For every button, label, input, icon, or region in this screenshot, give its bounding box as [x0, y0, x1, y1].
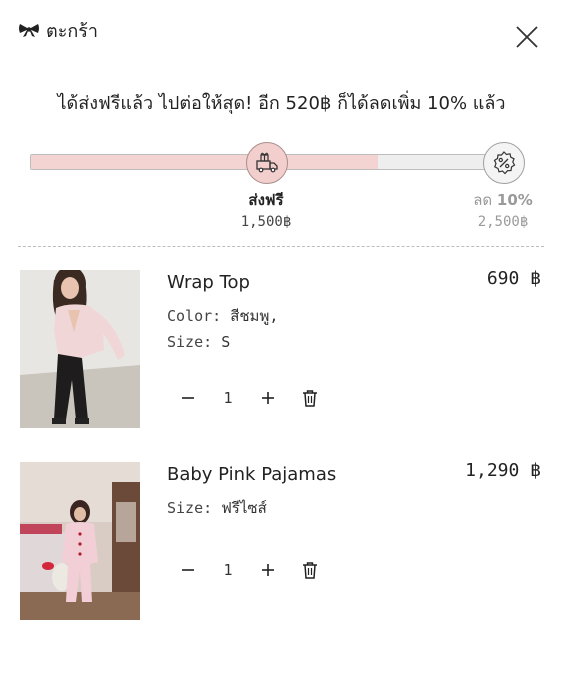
product-attribute-color: Color: สีชมพู, [167, 304, 278, 328]
trash-icon[interactable] [300, 388, 320, 408]
cart-title: ตะกร้า [46, 20, 99, 42]
product-image[interactable] [20, 270, 140, 428]
quantity-value: 1 [223, 389, 233, 407]
minus-icon[interactable] [178, 388, 198, 408]
attribute-value: สีชมพู, [230, 307, 279, 325]
quantity-value: 1 [223, 561, 233, 579]
close-icon[interactable] [514, 24, 540, 50]
milestone-free-shipping-label: ส่งฟรี 1,500฿ [206, 188, 326, 230]
milestone-title-bold: 10% [496, 191, 533, 209]
attribute-key: Size: [167, 499, 213, 517]
product-attribute-size: Size: ฟรีไซส์ [167, 496, 267, 520]
product-attribute-size: Size: S [167, 333, 230, 351]
quantity-stepper: 1 [178, 388, 320, 408]
milestone-value: 1,500฿ [240, 214, 292, 230]
attribute-value: ฟรีไซส์ [221, 499, 267, 517]
milestone-title-prefix: ลด [473, 191, 493, 209]
percent-badge-icon [493, 151, 516, 175]
bow-icon [19, 24, 39, 37]
milestone-discount [483, 142, 525, 184]
trash-icon[interactable] [300, 560, 320, 580]
attribute-key: Size: [167, 333, 213, 351]
product-price: 1,290 ฿ [465, 460, 541, 481]
plus-icon[interactable] [258, 388, 278, 408]
plus-icon[interactable] [258, 560, 278, 580]
attribute-key: Color: [167, 307, 222, 325]
milestone-value: 2,500฿ [477, 214, 529, 230]
quantity-stepper: 1 [178, 560, 320, 580]
milestone-discount-label: ลด 10% 2,500฿ [443, 188, 563, 230]
milestone-free-shipping [246, 142, 288, 184]
attribute-value: S [221, 333, 231, 351]
progress-fill [31, 155, 378, 169]
product-name[interactable]: Baby Pink Pajamas [167, 464, 336, 485]
milestone-title: ส่งฟรี [248, 191, 284, 209]
cart-header: ตะกร้า [18, 16, 98, 44]
promo-message: ได้ส่งฟรีแล้ว ไปต่อให้สุด! อีก 520฿ ก็ได… [57, 93, 506, 114]
product-image[interactable] [20, 462, 140, 620]
milestone-title: ลด 10% [443, 188, 563, 212]
minus-icon[interactable] [178, 560, 198, 580]
product-price: 690 ฿ [486, 268, 541, 289]
product-name[interactable]: Wrap Top [167, 272, 250, 293]
shipping-progress: ส่งฟรี 1,500฿ ลด 10% 2,500฿ [30, 142, 533, 230]
gift-truck-icon [256, 152, 278, 173]
divider [18, 246, 544, 247]
